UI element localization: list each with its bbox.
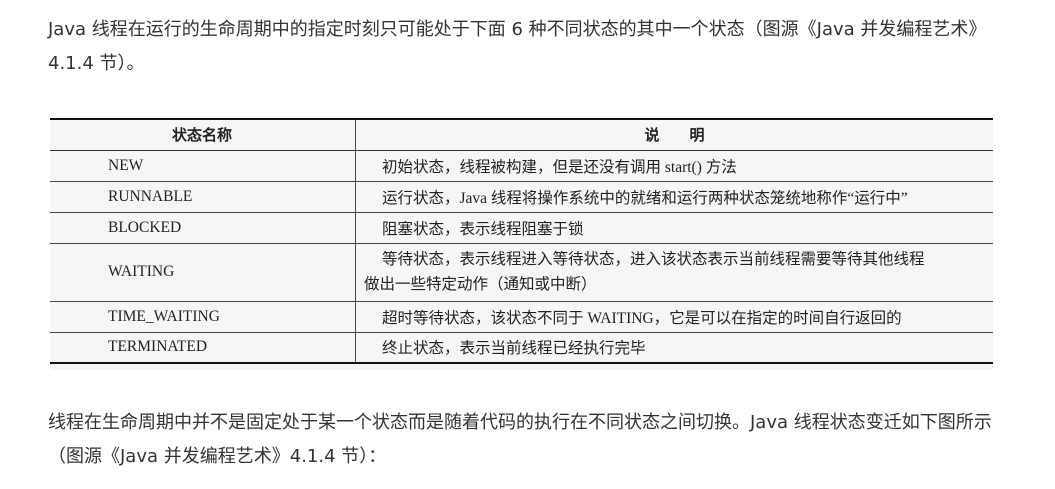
state-name: RUNNABLE [50,181,356,213]
thread-states-table-image: 状态名称 说 明 NEW 初始状态，线程被构建，但是还没有调用 start() … [50,118,993,370]
state-name: TERMINATED [50,332,356,364]
header-description: 说 明 [355,118,993,151]
table-row: WAITING 等待状态，表示线程进入等待状态，进入该状态表示当前线程需要等待其… [50,243,993,302]
header-state-name: 状态名称 [50,118,356,151]
state-description-cell: 等待状态，表示线程进入等待状态，进入该状态表示当前线程需要等待其他线程 做出一些… [355,243,993,302]
state-name: NEW [50,150,356,182]
state-description-cell: 终止状态，表示当前线程已经执行完毕 [355,332,993,364]
outro-paragraph: 线程在生命周期中并不是固定处于某一个状态而是随着代码的执行在不同状态之间切换。J… [48,412,992,467]
state-description-continued: 做出一些特定动作（通知或中断） [364,276,597,293]
state-description: 初始状态，线程被构建，但是还没有调用 start() 方法 [382,158,737,176]
state-description: 运行状态，Java 线程将操作系统中的就绪和运行两种状态笼统地称作“运行中” [382,189,908,207]
state-description: 等待状态，表示线程进入等待状态，进入该状态表示当前线程需要等待其他线程 [382,251,925,268]
table-header-row: 状态名称 说 明 [50,118,993,151]
state-name: TIME_WAITING [50,301,356,333]
state-description: 阻塞状态，表示线程阻塞于锁 [382,220,584,238]
state-description: 终止状态，表示当前线程已经执行完毕 [382,340,646,358]
state-name: BLOCKED [50,212,356,244]
state-description-cell: 阻塞状态，表示线程阻塞于锁 [355,212,993,244]
thread-states-table: 状态名称 说 明 NEW 初始状态，线程被构建，但是还没有调用 start() … [50,118,993,364]
table-row: RUNNABLE 运行状态，Java 线程将操作系统中的就绪和运行两种状态笼统地… [50,181,993,213]
state-description-cell: 超时等待状态，该状态不同于 WAITING，它是可以在指定的时间自行返回的 [355,301,993,333]
table-row: TERMINATED 终止状态，表示当前线程已经执行完毕 [50,332,993,364]
table-row: NEW 初始状态，线程被构建，但是还没有调用 start() 方法 [50,150,993,182]
state-description: 超时等待状态，该状态不同于 WAITING，它是可以在指定的时间自行返回的 [382,309,902,327]
table-row: TIME_WAITING 超时等待状态，该状态不同于 WAITING，它是可以在… [50,301,993,333]
table-row: BLOCKED 阻塞状态，表示线程阻塞于锁 [50,212,993,244]
state-name: WAITING [50,243,356,302]
state-description-cell: 初始状态，线程被构建，但是还没有调用 start() 方法 [355,150,993,182]
state-description-cell: 运行状态，Java 线程将操作系统中的就绪和运行两种状态笼统地称作“运行中” [355,181,993,213]
intro-paragraph: Java 线程在运行的生命周期中的指定时刻只可能处于下面 6 种不同状态的其中一… [48,19,987,74]
